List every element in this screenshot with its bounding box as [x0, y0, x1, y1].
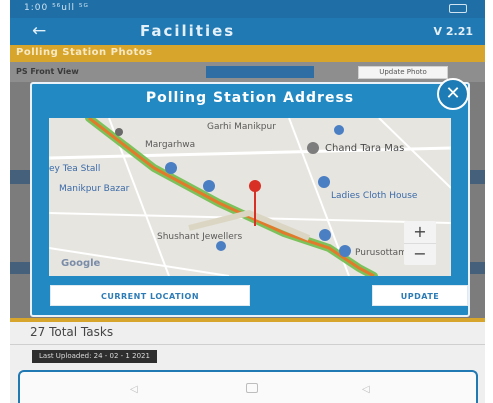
location-marker-icon — [249, 180, 261, 192]
map-pin-icon — [165, 162, 177, 174]
status-time-signal: 1:00 ⁵⁶ull ⁵ᴳ — [24, 3, 89, 13]
zoom-in-button[interactable]: + — [404, 221, 436, 243]
section-header: Polling Station Photos — [10, 45, 485, 62]
app-screen: 1:00 ⁵⁶ull ⁵ᴳ ← Facilities V 2.21 Pollin… — [10, 0, 485, 403]
map-pin-icon — [216, 241, 226, 251]
back-arrow-icon[interactable]: ← — [32, 21, 46, 41]
photo-row: PS Front View Update Photo — [10, 62, 485, 82]
dialog-title: Polling Station Address — [145, 90, 355, 106]
current-location-button[interactable]: CURRENT LOCATION — [50, 285, 250, 306]
battery-icon — [449, 4, 467, 13]
google-logo: Google — [61, 258, 101, 269]
map-view[interactable]: Garhi Manikpur Margarhwa Chand Tara Mas … — [49, 118, 451, 276]
update-photo-button[interactable]: Update Photo — [358, 66, 448, 79]
map-pin-icon — [115, 128, 123, 136]
map-pin-icon — [334, 125, 344, 135]
update-button[interactable]: UPDATE — [372, 285, 468, 306]
nav-recent-icon[interactable]: ◁ — [362, 384, 370, 395]
total-tasks-label: 27 Total Tasks — [30, 325, 114, 339]
map-pin-icon — [307, 142, 319, 154]
status-bar: 1:00 ⁵⁶ull ⁵ᴳ — [10, 0, 485, 18]
zoom-out-button[interactable]: − — [404, 243, 436, 265]
address-dialog: Polling Station Address ✕ Garhi Manikpur… — [30, 78, 470, 317]
map-pin-icon — [319, 229, 331, 241]
nav-back-icon[interactable]: ◁ — [130, 384, 138, 395]
last-uploaded-badge: Last Uploaded: 24 - 02 - 1 2021 — [32, 350, 157, 363]
close-icon[interactable]: ✕ — [437, 78, 469, 110]
map-pins — [115, 125, 351, 257]
photo-thumbnail[interactable] — [206, 66, 314, 78]
zoom-controls: + − — [404, 221, 436, 265]
map-pin-icon — [203, 180, 215, 192]
map-pin-icon — [318, 176, 330, 188]
app-bar: ← Facilities V 2.21 — [10, 18, 485, 45]
photo-label: PS Front View — [16, 67, 79, 76]
nav-home-icon[interactable] — [246, 383, 258, 393]
page-title: Facilities — [140, 22, 236, 40]
map-pin-icon — [339, 245, 351, 257]
app-version: V 2.21 — [433, 25, 473, 38]
section-title: Polling Station Photos — [16, 47, 153, 58]
divider — [10, 344, 485, 345]
